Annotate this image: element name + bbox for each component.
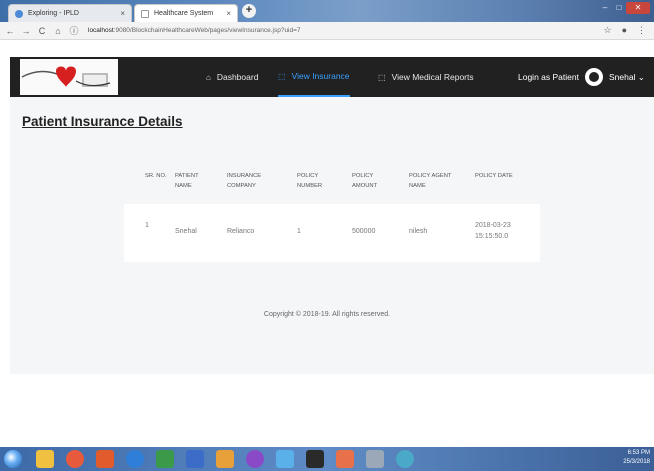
cell-policy-amount: 500000 (352, 228, 376, 235)
url-host: localhost (88, 27, 114, 34)
page-favicon-icon (141, 9, 149, 18)
minimize-button[interactable]: – (598, 2, 612, 14)
tool-icon[interactable] (276, 450, 294, 468)
maximize-button[interactable]: □ (612, 2, 626, 14)
th-policy-amount: POLICY AMOUNT (352, 173, 378, 189)
dashboard-icon: ⌂ (206, 72, 211, 82)
url-path: :9080/BlockchainHealthcareWeb/pages/view… (113, 27, 301, 34)
tab-close-icon[interactable]: × (226, 9, 231, 18)
nav-dashboard[interactable]: ⌂ Dashboard (206, 57, 258, 97)
table-row: 1 Snehal Relianco 1 500000 nilesh 2018-0… (124, 204, 540, 262)
browser-tabstrip: Exploring - IPLD × Healthcare System × +… (0, 0, 654, 22)
ipld-favicon-icon (15, 9, 23, 18)
reload-icon[interactable]: C (36, 26, 48, 36)
eclipse-icon[interactable] (246, 450, 264, 468)
menu-icon[interactable]: ⋮ (637, 25, 646, 36)
brand-logo[interactable] (20, 59, 118, 95)
cell-insurance-company: Relianco (227, 228, 255, 235)
th-sr-no: SR. NO. (145, 173, 167, 179)
user-menu[interactable]: Login as Patient Snehal ⌄ (518, 57, 645, 97)
word-icon[interactable] (186, 450, 204, 468)
clock-time: 6:53 PM (627, 450, 650, 456)
close-window-button[interactable]: ✕ (626, 2, 650, 14)
reports-icon: ⬚ (378, 72, 386, 82)
paint-icon[interactable] (396, 450, 414, 468)
app-icon[interactable] (216, 450, 234, 468)
login-label: Login as Patient (518, 72, 579, 82)
cell-policy-agent-name: nilesh (409, 228, 428, 235)
tab-label: Healthcare System (154, 10, 214, 17)
app-navbar: ⌂ Dashboard ⬚ View Insurance ⬚ View Medi… (10, 57, 654, 97)
nav-label: View Medical Reports (391, 72, 474, 82)
insurance-icon: ⬚ (278, 71, 286, 81)
system-tray[interactable]: 6:53 PM 25/3/2018 (623, 449, 650, 467)
table-header: SR. NO. PATIENT NAME INSURANCE COMPANY P… (124, 162, 540, 204)
media-icon[interactable] (366, 450, 384, 468)
page-title: Patient Insurance Details (22, 114, 183, 129)
url-field[interactable]: localhost:9080/BlockchainHealthcareWeb/p… (88, 27, 301, 34)
internet-explorer-icon[interactable] (126, 450, 144, 468)
forward-icon[interactable]: → (20, 26, 32, 36)
address-bar: ← → C ⌂ ⓘ localhost:9080/BlockchainHealt… (0, 22, 654, 40)
cell-policy-number: 1 (297, 228, 301, 235)
file-explorer-icon[interactable] (36, 450, 54, 468)
home-icon[interactable]: ⌂ (52, 26, 64, 36)
xampp-icon[interactable] (336, 450, 354, 468)
insurance-table: SR. NO. PATIENT NAME INSURANCE COMPANY P… (124, 162, 540, 262)
os-taskbar: 6:53 PM 25/3/2018 (0, 447, 654, 471)
start-button-icon[interactable] (4, 450, 22, 468)
heart-stethoscope-icon (21, 66, 111, 87)
th-policy-agent-name: POLICY AGENT NAME (409, 173, 452, 189)
new-tab-button[interactable]: + (242, 4, 256, 18)
cell-policy-date: 2018-03-23 15:15:50.0 (475, 222, 511, 240)
browser-actions: ☆ ● ⋮ (603, 25, 646, 36)
excel-icon[interactable] (156, 450, 174, 468)
site-info-icon[interactable]: ⓘ (68, 24, 80, 37)
chrome-icon[interactable] (66, 450, 84, 468)
browser-tab-healthcare[interactable]: Healthcare System × (134, 4, 238, 22)
cell-sr-no: 1 (145, 222, 149, 229)
profile-icon[interactable]: ● (622, 25, 627, 36)
th-insurance-company: INSURANCE COMPANY (227, 173, 262, 189)
nav-label: Dashboard (216, 72, 259, 82)
nav-view-medical-reports[interactable]: ⬚ View Medical Reports (378, 57, 474, 97)
th-policy-date: POLICY DATE (475, 173, 513, 179)
terminal-icon[interactable] (306, 450, 324, 468)
nav-label: View Insurance (291, 71, 350, 81)
back-icon[interactable]: ← (4, 26, 16, 36)
tab-close-icon[interactable]: × (120, 9, 125, 18)
user-name: Snehal ⌄ (608, 71, 645, 82)
clock-date: 25/3/2018 (623, 459, 650, 465)
powerpoint-icon[interactable] (96, 450, 114, 468)
copyright-footer: Copyright © 2018-19. All rights reserved… (263, 311, 391, 318)
bookmark-star-icon[interactable]: ☆ (603, 25, 611, 36)
tab-label: Exploring - IPLD (28, 10, 79, 17)
browser-tab-ipld[interactable]: Exploring - IPLD × (8, 4, 132, 22)
th-patient-name: PATIENT NAME (175, 173, 199, 189)
nav-view-insurance[interactable]: ⬚ View Insurance (278, 57, 350, 97)
user-badge-icon (584, 68, 603, 86)
cell-patient-name: Snehal (175, 228, 197, 235)
th-policy-number: POLICY NUMBER (297, 173, 323, 189)
